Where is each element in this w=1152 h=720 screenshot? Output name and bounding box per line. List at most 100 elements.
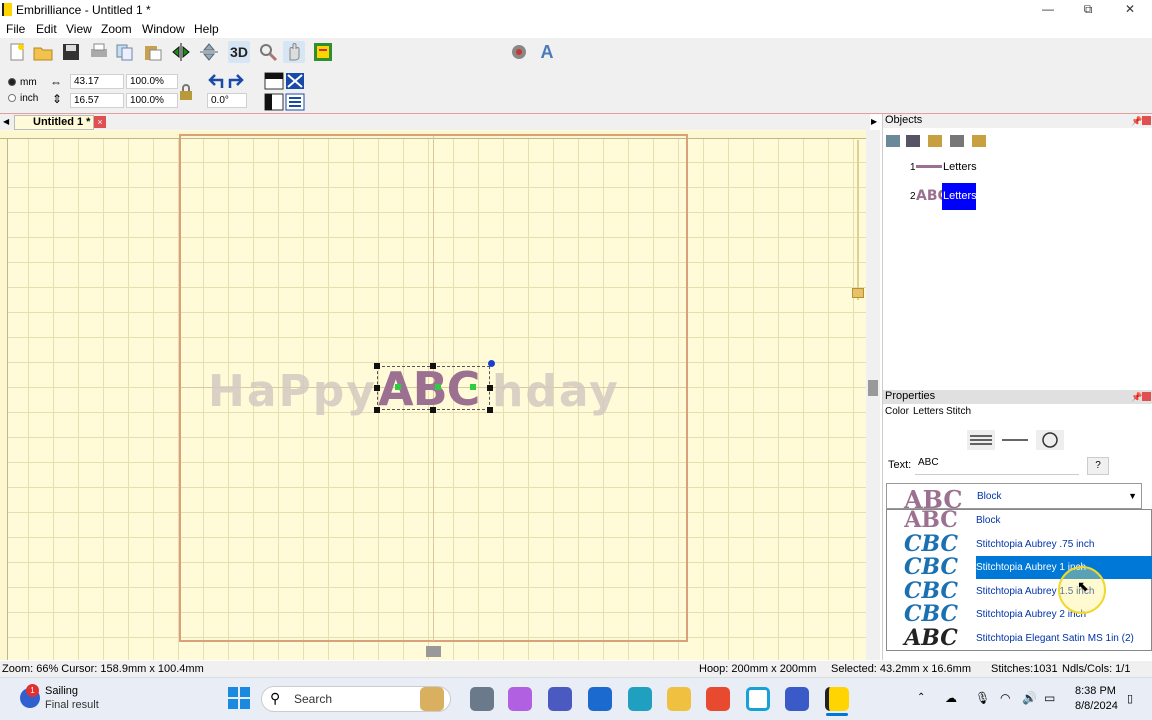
tray-chevron-up-icon[interactable]: ⌃ [917,692,925,703]
letter-node-a[interactable] [395,384,401,390]
resize-handle-bl[interactable] [374,407,380,413]
objects-close-icon[interactable] [1142,116,1151,125]
tray-volume-icon[interactable]: 🔊 [1022,691,1037,705]
properties-close-icon[interactable] [1142,392,1151,401]
align-left-icon[interactable] [264,93,284,114]
tab-color[interactable]: Color [885,406,909,417]
selected-letters[interactable]: ABC [378,362,480,416]
print-icon[interactable] [88,41,110,63]
tab-scroll-right-icon[interactable]: ▶ [871,117,877,126]
color-palette-icon[interactable] [312,41,334,63]
letter-node-b[interactable] [435,384,441,390]
height-percent-field[interactable]: 100.0% [126,93,178,108]
font-item-block[interactable]: ABC Block [888,509,1152,532]
tab-close-icon[interactable]: × [94,116,106,128]
save-icon[interactable] [60,41,82,63]
app-gear-icon[interactable] [785,687,809,711]
font-item-aubrey-075[interactable]: CBC Stitchtopia Aubrey .75 inch [888,533,1152,556]
menu-edit[interactable]: Edit [36,22,57,36]
menu-help[interactable]: Help [194,22,219,36]
tray-wifi-icon[interactable]: ◠ [1000,691,1010,705]
font-dropdown[interactable]: ABC Block ▼ [886,483,1142,514]
task-view-icon[interactable] [470,687,494,711]
tab-scroll-left-icon[interactable]: ◀ [3,117,9,126]
file-explorer-icon[interactable] [667,687,691,711]
tray-battery-icon[interactable]: ▭ [1044,691,1055,705]
select-hand-icon[interactable] [283,41,305,63]
height-field[interactable]: 16.57 [70,93,124,108]
tray-mic-icon[interactable]: 🎙 [975,691,990,705]
width-field[interactable]: 43.17 [70,74,124,89]
menu-file[interactable]: File [6,22,25,36]
edge-icon[interactable] [628,687,652,711]
3d-view-button[interactable]: 3D [228,41,250,63]
vertical-scroll-thumb[interactable] [868,380,878,396]
resize-handle-ml[interactable] [374,385,380,391]
tab-letters[interactable]: Letters [913,406,944,417]
open-folder-icon[interactable] [32,41,54,63]
help-button[interactable]: ? [1087,457,1109,475]
paste-icon[interactable] [142,41,164,63]
resize-handle-mr[interactable] [487,385,493,391]
zoom-slider-thumb[interactable] [852,288,864,298]
rotation-field[interactable]: 0.0° [207,93,247,108]
wizard-gear-icon[interactable] [508,41,530,63]
windows-start-icon[interactable] [228,687,250,712]
weather-title[interactable]: Sailing [45,685,78,697]
rotate-right-icon[interactable] [226,72,246,93]
unit-mm-radio[interactable] [8,78,16,86]
minimize-icon[interactable]: — [1036,2,1060,18]
chevron-down-icon[interactable]: ▼ [1128,491,1137,501]
align-top-icon[interactable] [264,72,284,93]
teams-icon[interactable] [548,687,572,711]
menu-window[interactable]: Window [142,22,185,36]
menu-view[interactable]: View [66,22,92,36]
horizontal-scroll-thumb[interactable] [426,646,441,657]
baseline-circle-icon[interactable] [1036,430,1064,453]
font-item-aubrey-1[interactable]: CBC Stitchtopia Aubrey 1 inch [888,556,1152,579]
baseline-straight-icon[interactable] [967,430,995,453]
embrilliance-taskbar-icon[interactable] [825,687,849,711]
objects-pin-icon[interactable]: 📌 [1131,116,1142,127]
close-icon[interactable]: ✕ [1118,2,1142,18]
mirror-horizontal-icon[interactable] [170,41,192,63]
font-item-aubrey-2[interactable]: CBC Stitchtopia Aubrey 2 inch [888,603,1152,626]
copy-icon[interactable] [114,41,136,63]
zoom-magnifier-icon[interactable] [257,41,279,63]
clock-date[interactable]: 8/8/2024 [1075,700,1118,712]
letter-node-c[interactable] [470,384,476,390]
baseline-line-icon[interactable] [1000,430,1030,453]
list-icon[interactable] [285,93,305,114]
tab-stitch[interactable]: Stitch [946,406,971,417]
zoom-slider-track[interactable] [857,140,859,300]
tab-untitled-1[interactable]: Untitled 1 * [14,115,94,130]
tray-cloud-icon[interactable]: ☁ [945,691,957,705]
resize-handle-br[interactable] [487,407,493,413]
clock-time[interactable]: 8:38 PM [1075,685,1116,697]
cortana-icon[interactable] [746,687,770,711]
copilot-icon[interactable] [508,687,532,711]
mirror-vertical-icon[interactable] [198,41,220,63]
properties-pin-icon[interactable]: 📌 [1131,392,1142,403]
unit-inch-radio[interactable] [8,94,16,102]
width-percent-field[interactable]: 100.0% [126,74,178,89]
center-icon[interactable] [285,72,305,93]
text-input[interactable]: ABC [915,455,1079,475]
new-file-icon[interactable] [6,41,28,63]
resize-handle-bm[interactable] [430,407,436,413]
letters-a-icon[interactable]: A [536,41,558,63]
maximize-icon[interactable]: ⧉ [1076,2,1100,18]
font-item-elegant-satin[interactable]: ABC Stitchtopia Elegant Satin MS 1in (2) [888,627,1152,650]
app-blue-icon[interactable] [588,687,612,711]
notification-bell-icon[interactable]: ▯ [1127,692,1133,705]
object-2-label[interactable]: Letters [942,183,977,210]
font-item-aubrey-15[interactable]: CBC Stitchtopia Aubrey 1.5 inch [888,580,1152,603]
menu-zoom[interactable]: Zoom [101,22,132,36]
rotate-left-icon[interactable] [206,72,226,93]
store-icon[interactable] [706,687,730,711]
lock-ratio-icon[interactable] [179,84,193,100]
object-1-label[interactable]: Letters [943,161,977,173]
resize-handle-tl[interactable] [374,363,380,369]
resize-handle-tm[interactable] [430,363,436,369]
rotate-handle[interactable] [488,360,495,367]
